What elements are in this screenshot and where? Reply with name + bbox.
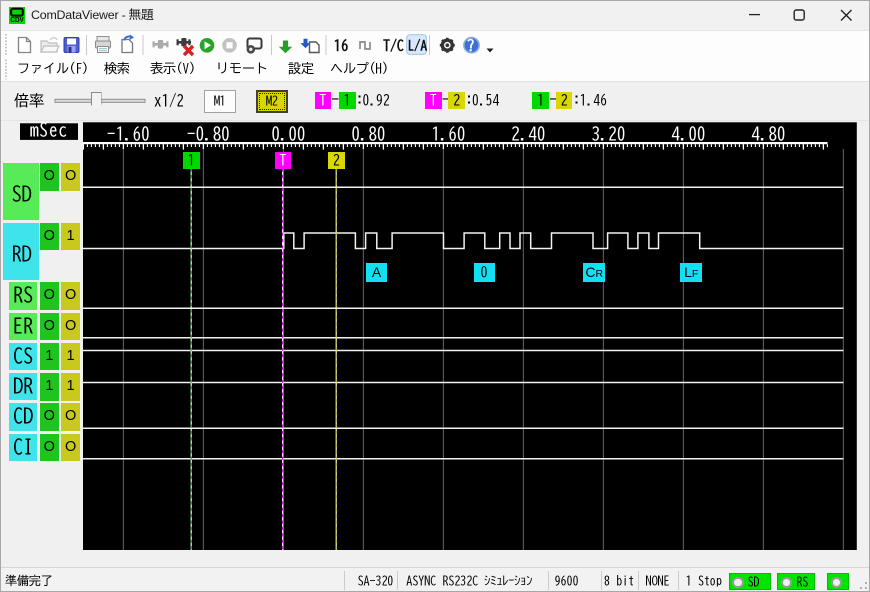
svg-text:16: 16 xyxy=(334,39,348,53)
svg-text:?: ? xyxy=(467,38,474,52)
svg-text:T/C: T/C xyxy=(383,38,404,53)
svg-text:L/A: L/A xyxy=(408,38,428,52)
svg-text:CDV: CDV xyxy=(10,14,24,23)
